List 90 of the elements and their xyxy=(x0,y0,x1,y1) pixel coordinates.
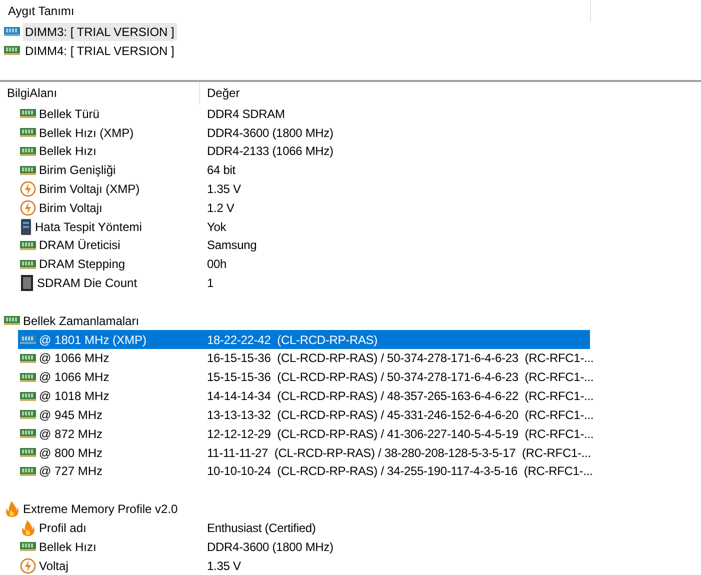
list-row[interactable]: Birim Genişliği 64 bit xyxy=(18,160,590,180)
list-row[interactable]: DRAM Üreticisi Samsung xyxy=(18,236,590,255)
field-name: Birim Voltajı (XMP) xyxy=(39,182,140,196)
field-value: 1.35 V xyxy=(206,558,241,573)
column-header[interactable]: Aygıt Tanımı xyxy=(0,4,74,18)
list-row[interactable]: Voltaj 1.35 V xyxy=(18,556,590,575)
field-name: DRAM Stepping xyxy=(39,257,126,272)
field-value: Yok xyxy=(206,220,226,234)
memory-module-icon xyxy=(20,372,36,382)
field-name: Birim Genişliği xyxy=(39,163,116,178)
section-title[interactable]: Extreme Memory Profile v2.0 xyxy=(23,502,178,516)
list-row[interactable]: DRAM Stepping 00h xyxy=(18,254,590,274)
field-value: 15-15-15-36 (CL-RCD-RP-RAS) / 50-374-278-171-6-4-6-23 (RC-RFC1-... xyxy=(206,370,594,384)
field-value: 64 bit xyxy=(206,163,236,178)
column-header[interactable]: BilgiAlanı xyxy=(0,82,200,104)
lightning-icon xyxy=(20,180,36,197)
field-name: @ 800 MHz xyxy=(39,446,103,460)
field-name: Bellek Türü xyxy=(39,106,100,121)
memory-module-icon xyxy=(20,354,36,363)
field-value: 1 xyxy=(206,276,214,290)
field-value: DDR4-3600 (1800 MHz) xyxy=(206,126,334,140)
field-value: 13-13-13-32 (CL-RCD-RP-RAS) / 45-331-246-152-6-4-6-20 (RC-RFC1-... xyxy=(206,408,594,422)
flame-icon xyxy=(20,520,36,536)
field-name: @ 872 MHz xyxy=(39,426,103,441)
list-row[interactable]: SDRAM Die Count 1 xyxy=(18,274,590,293)
device-item[interactable]: DIMM4: [ TRIAL VERSION ] xyxy=(23,42,178,60)
memory-module-icon xyxy=(20,429,36,438)
field-value: 00h xyxy=(206,257,227,272)
field-name: @ 1801 MHz (XMP) xyxy=(39,332,147,347)
server-icon xyxy=(20,218,32,235)
field-name: Voltaj xyxy=(39,558,68,573)
memory-module-icon xyxy=(20,128,36,137)
memory-module-icon xyxy=(20,166,36,175)
field-name: Profil adı xyxy=(39,520,86,535)
field-value: Samsung xyxy=(206,238,257,252)
field-value: 16-15-15-36 (CL-RCD-RP-RAS) / 50-374-278-171-6-4-6-23 (RC-RFC1-... xyxy=(206,351,594,366)
memory-module-icon xyxy=(20,260,36,269)
field-name: @ 1018 MHz xyxy=(39,389,110,404)
list-row[interactable]: Bellek Hızı DDR4-3600 (1800 MHz) xyxy=(18,537,590,556)
memory-module-icon xyxy=(4,27,20,36)
memory-module-icon xyxy=(20,146,36,156)
lightning-icon xyxy=(20,200,36,216)
field-name: @ 945 MHz xyxy=(39,408,103,422)
list-row[interactable]: Birim Voltajı (XMP) 1.35 V xyxy=(18,180,590,198)
list-row[interactable]: Profil adı Enthusiast (Certified) xyxy=(18,518,590,538)
field-name: Birim Voltajı xyxy=(39,200,102,215)
memory-module-icon xyxy=(20,542,36,552)
list-row[interactable]: Bellek Türü DDR4 SDRAM xyxy=(18,104,590,124)
field-name: SDRAM Die Count xyxy=(37,276,138,290)
field-name: @ 727 MHz xyxy=(39,464,103,478)
device-item[interactable]: DIMM3: [ TRIAL VERSION ] xyxy=(23,22,178,40)
memory-module-icon xyxy=(20,240,36,250)
field-value: DDR4 SDRAM xyxy=(206,106,285,121)
section-title[interactable]: Bellek Zamanlamaları xyxy=(23,314,140,328)
field-name: DRAM Üreticisi xyxy=(39,238,120,252)
field-value: 10-10-10-24 (CL-RCD-RP-RAS) / 34-255-190-117-4-3-5-16 (RC-RFC1-... xyxy=(206,464,593,478)
memory-module-icon xyxy=(20,448,36,458)
list-row[interactable]: @ 1801 MHz (XMP) 18-22-22-42 (CL-RCD-RP-RAS) xyxy=(18,330,590,350)
memory-module-icon xyxy=(20,335,36,344)
memory-module-icon xyxy=(20,466,36,476)
field-value: 11-11-11-27 (CL-RCD-RP-RAS) / 38-280-208-128-5-3-5-17 (RC-RFC1-... xyxy=(206,446,591,460)
field-name: Bellek Hızı xyxy=(39,540,96,554)
list-row[interactable]: Bellek Hızı (XMP) DDR4-3600 (1800 MHz) xyxy=(18,123,590,142)
field-name: Bellek Hızı (XMP) xyxy=(39,126,134,140)
field-value: DDR4-3600 (1800 MHz) xyxy=(206,540,334,554)
field-name: Bellek Hızı xyxy=(39,144,96,158)
memory-module-icon xyxy=(4,46,20,55)
field-name: Hata Tespit Yöntemi xyxy=(35,220,142,234)
list-row[interactable]: @ 727 MHz 10-10-10-24 (CL-RCD-RP-RAS) / 34-255-190-117-4-3-5-16 (RC-RFC1-... xyxy=(18,462,590,481)
chip-icon xyxy=(20,275,34,292)
column-header[interactable]: Değer xyxy=(200,82,240,104)
field-value: 18-22-22-42 (CL-RCD-RP-RAS) xyxy=(206,332,378,347)
field-value: 1.35 V xyxy=(206,182,241,196)
field-name: @ 1066 MHz xyxy=(39,351,110,366)
list-row[interactable]: Bellek Hızı DDR4-2133 (1066 MHz) xyxy=(18,142,590,161)
memory-module-icon xyxy=(20,109,36,118)
memory-module-icon xyxy=(20,392,36,401)
field-value: 1.2 V xyxy=(206,200,234,215)
field-name: @ 1066 MHz xyxy=(39,370,110,384)
list-row[interactable]: @ 800 MHz 11-11-11-27 (CL-RCD-RP-RAS) / 38-280-208-128-5-3-5-17 (RC-RFC1-... xyxy=(18,443,590,462)
flame-icon xyxy=(4,501,20,518)
memory-module-icon xyxy=(20,410,36,420)
field-value: 12-12-12-29 (CL-RCD-RP-RAS) / 41-306-227-140-5-4-5-19 (RC-RFC1-... xyxy=(206,426,594,441)
field-value: DDR4-2133 (1066 MHz) xyxy=(206,144,334,158)
list-row[interactable]: Birim Voltajı 1.2 V xyxy=(18,198,590,218)
field-value: Enthusiast (Certified) xyxy=(206,520,316,535)
list-row[interactable]: Hata Tespit Yöntemi Yok xyxy=(18,217,590,236)
lightning-icon xyxy=(20,558,36,574)
field-value: 14-14-14-34 (CL-RCD-RP-RAS) / 48-357-265-163-6-4-6-22 (RC-RFC1-... xyxy=(206,389,594,404)
memory-module-icon xyxy=(4,316,20,326)
